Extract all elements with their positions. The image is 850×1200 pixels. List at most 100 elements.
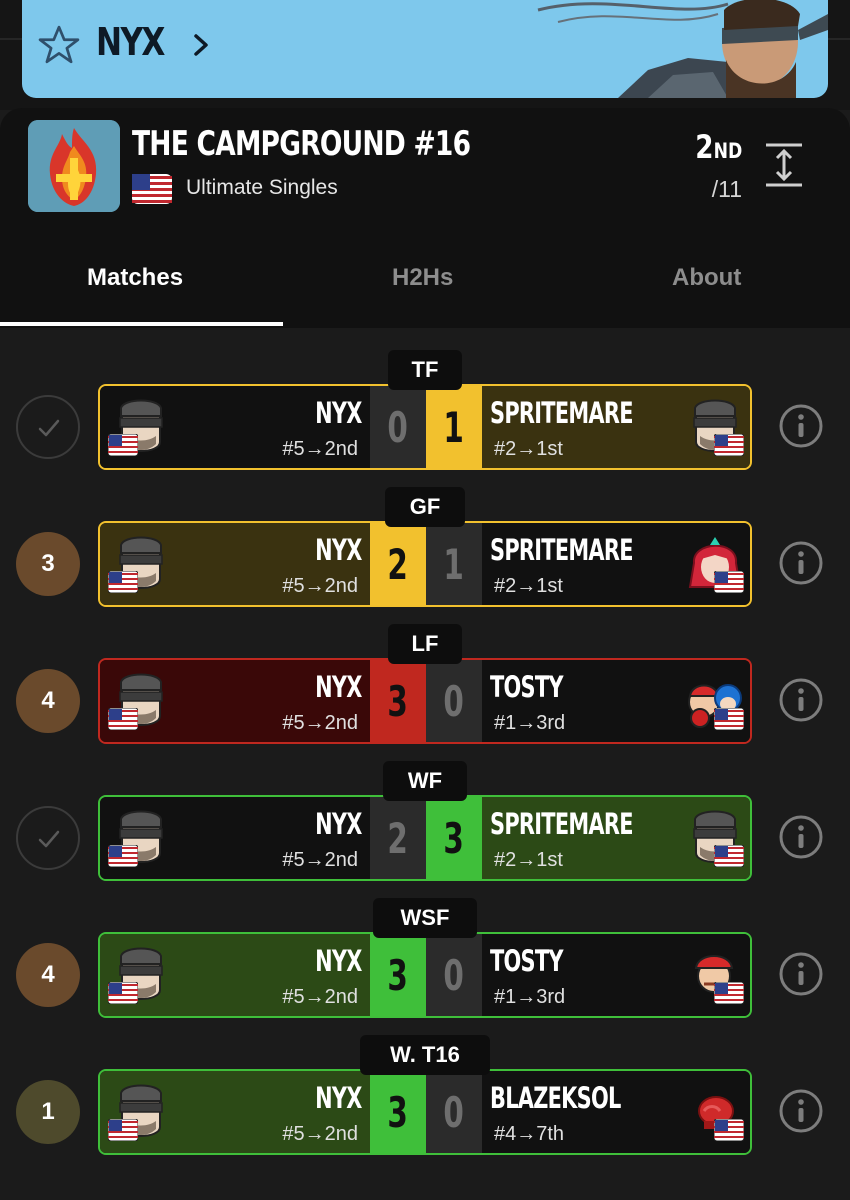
round-label: TF — [388, 350, 462, 390]
player-one-name: NYX — [315, 807, 362, 841]
info-icon[interactable] — [778, 540, 824, 586]
player-two-score: 0 — [426, 1071, 482, 1153]
player-two-score: 3 — [426, 797, 482, 879]
us-flag-icon — [713, 570, 745, 594]
event-logo — [28, 120, 120, 212]
tab-matches[interactable]: Matches — [87, 264, 183, 292]
event-card: THE CAMPGROUND #16 Ultimate Singles 2ND … — [0, 108, 850, 328]
us-flag-icon — [713, 707, 745, 731]
player-two: SPRITEMARE #2→1st — [482, 386, 750, 468]
player-two-seed: #1→3rd — [494, 986, 566, 1008]
match-card[interactable]: NYX #5→2nd 2 1 SPRITEMARE #2→1st — [98, 521, 752, 607]
match-row[interactable]: 4 NYX #5→2nd 3 0 TOSTY #1→3rd LF — [0, 624, 850, 762]
player-one-score: 3 — [370, 1071, 426, 1153]
player-two-name: TOSTY — [490, 670, 564, 704]
match-card[interactable]: NYX #5→2nd 2 3 SPRITEMARE #2→1st — [98, 795, 752, 881]
player-one: NYX #5→2nd — [100, 660, 370, 742]
player-one: NYX #5→2nd — [100, 934, 370, 1016]
player-two-score: 0 — [426, 660, 482, 742]
player-two-name: SPRITEMARE — [490, 396, 633, 430]
round-label: W. T16 — [360, 1035, 490, 1075]
player-two-seed: #4→7th — [494, 1123, 565, 1145]
info-icon[interactable] — [778, 1088, 824, 1134]
player-two-seed: #2→1st — [494, 849, 563, 871]
banner-player-name[interactable]: NYX — [96, 20, 165, 64]
active-tab-indicator — [0, 322, 283, 326]
player-one: NYX #5→2nd — [100, 386, 370, 468]
player-one: NYX #5→2nd — [100, 797, 370, 879]
player-one-name: NYX — [315, 533, 362, 567]
tab-h2hs[interactable]: H2Hs — [392, 264, 453, 292]
match-count-badge: 4 — [16, 669, 80, 733]
us-flag-icon — [107, 1118, 139, 1142]
us-flag-icon — [713, 981, 745, 1005]
player-one-seed: #5→2nd — [282, 712, 358, 734]
us-flag-icon — [713, 1118, 745, 1142]
match-card[interactable]: NYX #5→2nd 0 1 SPRITEMARE #2→1st — [98, 384, 752, 470]
player-banner[interactable]: NYX — [22, 0, 828, 98]
us-flag-icon — [713, 844, 745, 868]
player-one: NYX #5→2nd — [100, 523, 370, 605]
player-two-score: 1 — [426, 386, 482, 468]
info-icon[interactable] — [778, 814, 824, 860]
us-flag-icon — [107, 844, 139, 868]
tab-about[interactable]: About — [672, 264, 741, 292]
match-row[interactable]: 3 NYX #5→2nd 2 1 SPRITEMARE #2→1st GF — [0, 487, 850, 625]
player-two: TOSTY #1→3rd — [482, 934, 750, 1016]
player-two-score: 1 — [426, 523, 482, 605]
player-one-score: 2 — [370, 523, 426, 605]
player-one-seed: #5→2nd — [282, 1123, 358, 1145]
us-flag-icon — [107, 707, 139, 731]
round-label: WF — [383, 761, 467, 801]
us-flag-icon — [107, 981, 139, 1005]
match-count-badge: 3 — [16, 532, 80, 596]
match-row[interactable]: NYX #5→2nd 2 3 SPRITEMARE #2→1st WF — [0, 761, 850, 899]
round-label: LF — [388, 624, 462, 664]
player-two-seed: #1→3rd — [494, 712, 566, 734]
player-one-score: 0 — [370, 386, 426, 468]
event-subtitle: Ultimate Singles — [186, 176, 338, 199]
player-two: SPRITEMARE #2→1st — [482, 523, 750, 605]
player-two: SPRITEMARE #2→1st — [482, 797, 750, 879]
player-one-seed: #5→2nd — [282, 986, 358, 1008]
placement-suffix: ND — [713, 139, 742, 163]
player-one-name: NYX — [315, 396, 362, 430]
info-icon[interactable] — [778, 951, 824, 997]
match-list: NYX #5→2nd 0 1 SPRITEMARE #2→1st TF 3 NY… — [0, 328, 850, 1200]
match-card[interactable]: NYX #5→2nd 3 0 TOSTY #1→3rd — [98, 932, 752, 1018]
match-row[interactable]: 1 NYX #5→2nd 3 0 BLAZEKSOL #4→7th W. T16 — [0, 1035, 850, 1173]
match-row[interactable]: NYX #5→2nd 0 1 SPRITEMARE #2→1st TF — [0, 350, 850, 488]
us-flag-icon — [107, 433, 139, 457]
us-flag-icon — [132, 174, 172, 204]
player-one-seed: #5→2nd — [282, 849, 358, 871]
match-row[interactable]: 4 NYX #5→2nd 3 0 TOSTY #1→3rd WSF — [0, 898, 850, 1036]
player-two-name: TOSTY — [490, 944, 564, 978]
player-one-name: NYX — [315, 670, 362, 704]
round-label: GF — [385, 487, 465, 527]
player-one-score: 3 — [370, 660, 426, 742]
match-card[interactable]: NYX #5→2nd 3 0 BLAZEKSOL #4→7th — [98, 1069, 752, 1155]
chevron-right-icon — [194, 34, 208, 56]
us-flag-icon — [107, 570, 139, 594]
match-count-badge: 1 — [16, 1080, 80, 1144]
character-art — [537, 0, 828, 98]
player-one-name: NYX — [315, 1081, 362, 1115]
player-two-name: SPRITEMARE — [490, 807, 633, 841]
player-one-score: 2 — [370, 797, 426, 879]
match-count-badge: 4 — [16, 943, 80, 1007]
tab-bar: Matches H2Hs About — [0, 246, 850, 326]
player-two-name: BLAZEKSOL — [490, 1081, 621, 1115]
entrant-count: /11 — [711, 176, 742, 202]
info-icon[interactable] — [778, 677, 824, 723]
player-two: TOSTY #1→3rd — [482, 660, 750, 742]
match-card[interactable]: NYX #5→2nd 3 0 TOSTY #1→3rd — [98, 658, 752, 744]
player-two-seed: #2→1st — [494, 575, 563, 597]
player-two-name: SPRITEMARE — [490, 533, 633, 567]
player-one-seed: #5→2nd — [282, 438, 358, 460]
star-icon[interactable] — [38, 24, 80, 66]
completed-check-icon — [16, 395, 80, 459]
player-two-seed: #2→1st — [494, 438, 563, 460]
expand-icon[interactable] — [764, 142, 804, 188]
info-icon[interactable] — [778, 403, 824, 449]
player-one-score: 3 — [370, 934, 426, 1016]
